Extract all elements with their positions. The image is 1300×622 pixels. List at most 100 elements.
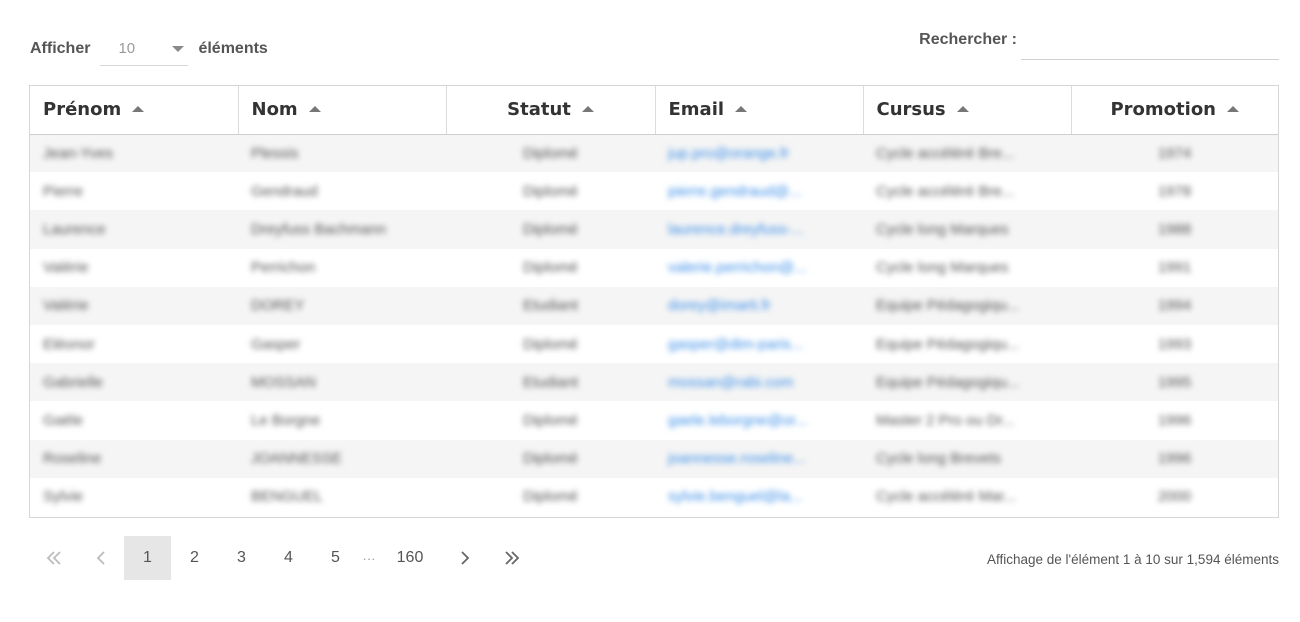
cursus-cell: Cycle long Marques (876, 220, 1009, 238)
page-button[interactable]: 3 (218, 536, 265, 580)
statut-cell: Diplomé (522, 259, 579, 277)
table-row[interactable]: Roseline JOANNESSE Diplomé joannesse.roseli… (30, 439, 1278, 478)
search-input[interactable] (1021, 30, 1279, 60)
cursus-cell: Cycle accéléré Mar... (876, 488, 1017, 506)
page-button[interactable]: 4 (265, 536, 312, 580)
page-length-value: 10 (118, 40, 136, 57)
email-cell[interactable]: jup.pro@orange.fr (655, 134, 863, 172)
page-button[interactable]: 5 (312, 536, 359, 580)
column-header-email[interactable]: Email (655, 86, 864, 135)
nom-cell: MOSSAN (251, 373, 317, 391)
prenom-cell: Valérie (43, 297, 89, 315)
column-header-label: Statut (507, 99, 571, 121)
column-header-label: Email (668, 99, 725, 121)
pagination-ellipsis: ··· (362, 550, 376, 566)
column-header-nom[interactable]: Nom (238, 86, 447, 135)
email-cell[interactable]: mossan@rabi.com (655, 363, 863, 401)
promotion-cell: 1996 (1157, 411, 1192, 429)
search-control: Rechercher : (919, 30, 1279, 60)
email-cell[interactable]: laurence.dreyfuss-... (655, 210, 863, 248)
promotion-cell: 1974 (1157, 144, 1192, 162)
email-cell[interactable]: gasper@dim-paris... (655, 325, 863, 363)
cursus-cell: Equipe Pédagogiqu... (876, 373, 1020, 391)
prenom-cell: Gabrielle (43, 373, 104, 391)
table-row[interactable]: Valérie Perrichon Diplomé valerie.perrichon… (30, 249, 1278, 287)
email-cell[interactable]: joannesse.roseline... (655, 440, 863, 478)
table-row[interactable]: Gabrielle MOSSAN Etudiant mossan@rabi.com Eq… (30, 363, 1278, 402)
promotion-cell: 1994 (1157, 297, 1192, 315)
statut-cell: Diplomé (522, 335, 579, 353)
statut-cell: Diplomé (522, 411, 579, 429)
column-header-label: Cursus (876, 99, 946, 121)
email-cell[interactable]: sylvie.benguel@la... (655, 478, 863, 516)
table-row[interactable]: Jean-Yves Plessis Diplomé jup.pro@orange.fr… (30, 134, 1278, 173)
email-cell[interactable]: pierre.gendraud@... (655, 172, 863, 210)
last-page-button[interactable] (488, 536, 535, 580)
column-header-label: Promotion (1110, 99, 1216, 121)
chevron-left-icon (96, 550, 106, 566)
email-cell[interactable]: gaele.leborgne@or... (655, 401, 863, 439)
table-row[interactable]: Laurence Dreyfuss Bachmann Diplomé laurence… (30, 210, 1278, 249)
length-label-after: éléments (198, 40, 268, 57)
prenom-cell: Jean-Yves (43, 144, 114, 162)
column-header-label: Prénom (43, 99, 122, 121)
prenom-cell: Sylvie (43, 488, 84, 506)
cursus-cell: Cycle long Marques (876, 259, 1009, 277)
prenom-cell: Eléonor (43, 335, 95, 353)
promotion-cell: 1991 (1157, 259, 1192, 277)
promotion-cell: 1988 (1157, 220, 1192, 238)
prenom-cell: Laurence (43, 220, 106, 238)
data-table-container: Prénom Nom Statut Email Cursus Promotion… (29, 85, 1279, 518)
first-page-button[interactable] (30, 536, 77, 580)
page-button-current[interactable]: 1 (124, 536, 171, 580)
column-header-prenom[interactable]: Prénom (30, 86, 239, 135)
double-chevron-right-icon (503, 550, 521, 566)
nom-cell: Gendraud (251, 182, 318, 200)
prenom-cell: Pierre (43, 182, 84, 200)
statut-cell: Etudiant (522, 373, 579, 391)
promotion-cell: 1978 (1157, 182, 1192, 200)
double-chevron-left-icon (45, 550, 63, 566)
nom-cell: DOREY (251, 297, 305, 315)
next-page-button[interactable] (441, 536, 488, 580)
table-row[interactable]: Sylvie BENGUEL Diplomé sylvie.benguel@la...… (30, 478, 1278, 516)
email-cell[interactable]: dorey@imarti.fr (655, 287, 863, 325)
sort-asc-icon (581, 106, 594, 113)
table-row[interactable]: Eléonor Gasper Diplomé gasper@dim-paris... E… (30, 325, 1278, 363)
nom-cell: Le Borgne (251, 411, 321, 429)
nom-cell: Dreyfuss Bachmann (251, 220, 387, 238)
table-info-text: Affichage de l'élément 1 à 10 sur 1,594 … (986, 552, 1279, 567)
pagination: 1 2 3 4 5 ··· 160 (30, 536, 535, 580)
caret-down-icon (172, 46, 185, 52)
nom-cell: BENGUEL (251, 488, 323, 506)
table-row[interactable]: Valérie DOREY Etudiant dorey@imarti.fr Equip… (30, 286, 1278, 325)
page-length-select[interactable]: 10 (100, 32, 189, 66)
page-button[interactable]: 2 (171, 536, 218, 580)
table-header-row: Prénom Nom Statut Email Cursus Promotion (30, 86, 1278, 135)
table-row[interactable]: Gaële Le Borgne Diplomé gaele.leborgne@or..… (30, 401, 1278, 439)
prenom-cell: Gaële (43, 411, 84, 429)
statut-cell: Diplomé (522, 144, 579, 162)
nom-cell: JOANNESSE (251, 450, 342, 468)
promotion-cell: 2000 (1157, 488, 1192, 506)
sort-asc-icon (132, 106, 145, 113)
sort-asc-icon (735, 106, 748, 113)
last-page-number-button[interactable]: 160 (379, 536, 441, 580)
promotion-cell: 1993 (1157, 335, 1192, 353)
cursus-cell: Equipe Pédagogiqu... (876, 297, 1020, 315)
table-controls: Afficher 10 éléments Rechercher : (30, 24, 1279, 66)
table-row[interactable]: Pierre Gendraud Diplomé pierre.gendraud@...… (30, 172, 1278, 210)
statut-cell: Etudiant (522, 297, 579, 315)
column-header-cursus[interactable]: Cursus (863, 86, 1072, 135)
sort-asc-icon (308, 106, 321, 113)
nom-cell: Plessis (251, 144, 299, 162)
email-cell[interactable]: valerie.perrichon@... (655, 249, 863, 287)
nom-cell: Gasper (251, 335, 301, 353)
previous-page-button[interactable] (77, 536, 124, 580)
chevron-right-icon (460, 550, 470, 566)
column-header-promotion[interactable]: Promotion (1071, 86, 1278, 135)
promotion-cell: 1996 (1157, 450, 1192, 468)
column-header-statut[interactable]: Statut (446, 86, 656, 135)
sort-asc-icon (956, 106, 969, 113)
statut-cell: Diplomé (522, 182, 579, 200)
